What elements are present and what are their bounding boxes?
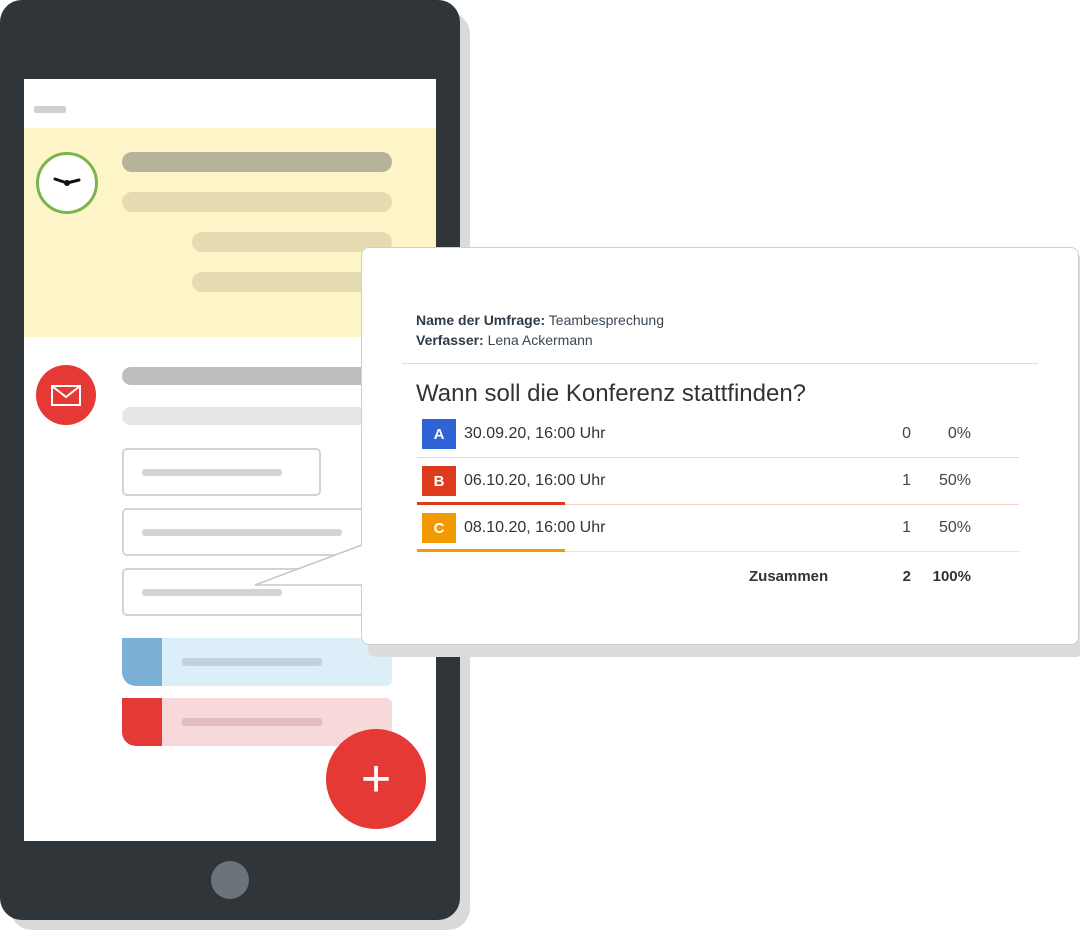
home-button[interactable] [211,861,249,899]
option-badge: C [422,513,456,543]
field-placeholder [142,589,282,596]
survey-author-value: Lena Ackermann [487,332,593,348]
option-label: 06.10.20, 16:00 Uhr [464,472,606,489]
clock-icon [36,152,98,214]
survey-name-line: Name der Umfrage: Teambesprechung [416,312,664,328]
add-fab-button[interactable]: + [326,729,426,829]
total-count: 2 [902,568,911,585]
option-row[interactable]: B 06.10.20, 16:00 Uhr 1 50% [417,459,1019,505]
option-label: 30.09.20, 16:00 Uhr [464,425,606,442]
option-count: 1 [902,472,911,489]
plus-icon: + [360,750,392,808]
card-placeholder [182,718,322,726]
card-accent [122,638,162,686]
menu-placeholder[interactable] [34,106,66,113]
text-placeholder [122,407,382,425]
survey-card: Name der Umfrage: Teambesprechung Verfas… [361,247,1079,645]
option-count: 0 [902,425,911,442]
option-row[interactable]: A 30.09.20, 16:00 Uhr 0 0% [417,412,1019,458]
text-placeholder [122,152,392,172]
card-accent [122,698,162,746]
text-placeholder [122,367,382,385]
option-percent: 0% [947,425,971,442]
option-result-bar [417,549,565,552]
option-count: 1 [902,519,911,536]
option-badge: B [422,466,456,496]
option-underline [417,457,1019,458]
header-divider [402,363,1038,364]
field-placeholder [142,469,282,476]
total-label: Zusammen [749,568,829,585]
survey-question: Wann soll die Konferenz stattfinden? [416,380,807,407]
card-placeholder [182,658,322,666]
text-placeholder [122,192,392,212]
option-percent: 50% [938,519,971,536]
option-result-bar [417,502,565,505]
option-label: 08.10.20, 16:00 Uhr [464,519,606,536]
option-row[interactable]: C 08.10.20, 16:00 Uhr 1 50% [417,506,1019,552]
attachment-card-blue[interactable] [122,638,392,686]
form-field[interactable] [122,448,321,496]
survey-name-label: Name der Umfrage: [416,312,546,328]
mail-icon [36,365,96,425]
option-badge: A [422,419,456,449]
survey-author-label: Verfasser: [416,332,484,348]
option-percent: 50% [938,472,971,489]
survey-name-value: Teambesprechung [548,312,664,328]
total-percent: 100% [932,568,971,585]
survey-author-line: Verfasser: Lena Ackermann [416,332,593,348]
clock-hands [53,177,81,186]
envelope-graphic [51,385,81,406]
field-placeholder [142,529,342,536]
